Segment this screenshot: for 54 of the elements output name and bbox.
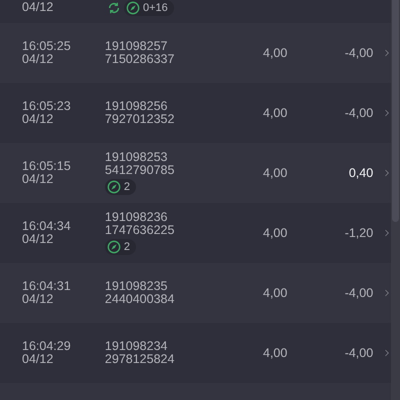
count-text: 2 bbox=[124, 241, 130, 253]
profit-amount: -4,00 bbox=[344, 286, 374, 300]
bet-id: 191098253 bbox=[104, 151, 168, 164]
time-text: 16:04:29 bbox=[22, 340, 72, 353]
chevron-right-icon bbox=[383, 167, 391, 179]
scrollbar-thumb[interactable] bbox=[392, 0, 399, 222]
bet-id: 191098256 bbox=[104, 100, 168, 113]
date-text: 04/12 bbox=[22, 173, 54, 186]
bet-row[interactable]: 16:05:23 04/12 191098256 7927012352 4,00 -4,00 bbox=[0, 83, 391, 143]
bet-id: 2978125824 bbox=[104, 353, 176, 366]
bet-id: 191098236 bbox=[104, 211, 168, 224]
profit-amount: -4,00 bbox=[344, 46, 374, 60]
chevron-right-icon bbox=[383, 107, 391, 119]
count-text: 0+16 bbox=[143, 2, 168, 14]
profit-amount: 0,40 bbox=[348, 166, 374, 180]
time-text: 16:05:15 bbox=[22, 160, 72, 173]
compass-icon bbox=[126, 1, 140, 15]
time-text: 16:05:23 bbox=[22, 100, 72, 113]
bet-id: 7927012352 bbox=[104, 113, 176, 126]
time-text: 16:04:34 bbox=[22, 220, 72, 233]
date-text: 04/12 bbox=[22, 1, 54, 14]
stake-amount: 4,00 bbox=[262, 346, 288, 360]
bet-id: 5412790785 bbox=[104, 164, 176, 177]
time-text: 16:05:25 bbox=[22, 40, 72, 53]
bet-id: 191098234 bbox=[104, 340, 168, 353]
date-text: 04/12 bbox=[22, 113, 54, 126]
profit-amount: -1,20 bbox=[344, 226, 374, 240]
stake-amount: 4,00 bbox=[262, 106, 288, 120]
bet-id: 191098235 bbox=[104, 280, 168, 293]
date-text: 04/12 bbox=[22, 53, 54, 66]
bet-row[interactable]: 04/12 0+16 bbox=[0, 0, 391, 23]
compass-icon bbox=[106, 240, 121, 254]
date-text: 04/12 bbox=[22, 293, 54, 306]
bet-row[interactable]: 16:04:34 04/12 191098236 1747636225 2 4,00 -1,20 bbox=[0, 203, 391, 263]
compass-icon bbox=[106, 180, 121, 194]
bet-id: 191098257 bbox=[104, 40, 168, 53]
time-text: 16:04:31 bbox=[22, 280, 72, 293]
stake-amount: 4,00 bbox=[262, 46, 288, 60]
date-text: 04/12 bbox=[22, 233, 54, 246]
chevron-right-icon bbox=[383, 227, 391, 239]
stake-amount: 4,00 bbox=[262, 286, 288, 300]
chevron-right-icon bbox=[383, 347, 391, 359]
profit-amount: -4,00 bbox=[344, 106, 374, 120]
stake-amount: 4,00 bbox=[262, 226, 288, 240]
date-text: 04/12 bbox=[22, 353, 54, 366]
bet-id: 7150286337 bbox=[104, 53, 176, 66]
profit-amount: -4,00 bbox=[344, 346, 374, 360]
chevron-right-icon bbox=[383, 287, 391, 299]
bet-id: 2440400384 bbox=[104, 293, 176, 306]
chevron-right-icon bbox=[383, 47, 391, 59]
stake-amount: 4,00 bbox=[262, 166, 288, 180]
count-text: 2 bbox=[124, 181, 130, 193]
bet-id: 1747636225 bbox=[104, 224, 176, 237]
bet-row[interactable]: 16:04:29 04/12 191098234 2978125824 4,00 -4,00 bbox=[0, 323, 391, 383]
